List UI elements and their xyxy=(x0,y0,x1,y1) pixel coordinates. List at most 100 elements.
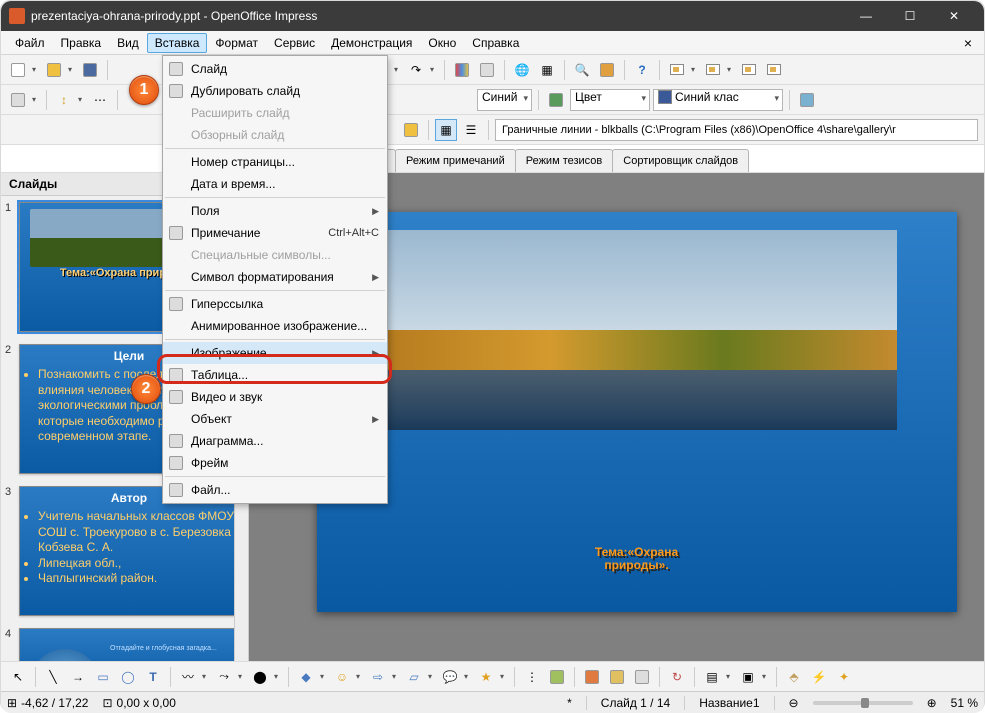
zoom-button[interactable]: 🔍 xyxy=(571,59,593,81)
select-tool[interactable]: ↖ xyxy=(7,666,29,688)
tab-handout[interactable]: Режим тезисов xyxy=(515,149,614,172)
insert-menu-item-11[interactable]: Анимированное изображение... xyxy=(163,315,387,337)
symbol-shapes-tool[interactable]: ☺ xyxy=(331,666,353,688)
menu-file[interactable]: Файл xyxy=(7,33,53,53)
menu-window[interactable]: Окно xyxy=(420,33,464,53)
insert-menu-item-18[interactable]: Файл... xyxy=(163,479,387,501)
menu-bar: Файл Правка Вид Вставка Формат Сервис Де… xyxy=(1,31,984,55)
menu-view[interactable]: Вид xyxy=(109,33,147,53)
block-arrows-tool[interactable]: ⇨ xyxy=(367,666,389,688)
slide-button-2[interactable] xyxy=(702,59,724,81)
insert-menu-item-4[interactable]: Номер страницы... xyxy=(163,151,387,173)
stars-tool[interactable]: ★ xyxy=(475,666,497,688)
gallery-path-label: Граничные линии - blkballs (C:\Program F… xyxy=(495,119,978,141)
slide-canvas[interactable]: Тема:«Охрана природы». xyxy=(317,212,957,612)
arrow-style-button[interactable]: ↕ xyxy=(53,89,75,111)
shadow-button[interactable] xyxy=(796,89,818,111)
curve-tool[interactable]: 〰 xyxy=(177,666,199,688)
menu-item-label: Номер страницы... xyxy=(191,155,379,169)
zoom-in-button[interactable]: ⊕ xyxy=(927,696,937,710)
insert-menu-item-0[interactable]: Слайд xyxy=(163,58,387,80)
glue-tool[interactable] xyxy=(546,666,568,688)
animation-tool[interactable]: ✦ xyxy=(833,666,855,688)
tab-notes[interactable]: Режим примечаний xyxy=(395,149,516,172)
minimize-button[interactable]: — xyxy=(844,1,888,31)
fill-button[interactable] xyxy=(545,89,567,111)
maximize-button[interactable]: ☐ xyxy=(888,1,932,31)
arrow-tool[interactable]: → xyxy=(67,666,89,688)
line-color-button[interactable] xyxy=(7,89,29,111)
insert-menu-item-12[interactable]: Изображение▶ xyxy=(163,342,387,364)
menu-format[interactable]: Формат xyxy=(207,33,266,53)
insert-menu-item-10[interactable]: Гиперссылка xyxy=(163,293,387,315)
blank-icon xyxy=(167,246,185,264)
slide-title-text[interactable]: Тема:«Охрана природы». xyxy=(317,546,957,572)
help-button[interactable]: ? xyxy=(631,59,653,81)
zoom-out-button[interactable]: ⊖ xyxy=(789,696,799,710)
shapes-3d-tool[interactable]: ⬤ xyxy=(249,666,271,688)
line-pattern-button[interactable]: ⋯ xyxy=(89,89,111,111)
gallery-new-button[interactable] xyxy=(400,119,422,141)
status-layout: Название1 xyxy=(699,696,759,710)
new-doc-button[interactable] xyxy=(7,59,29,81)
insert-menu-item-13[interactable]: Таблица... xyxy=(163,364,387,386)
fill-color-select[interactable]: Синий клас xyxy=(653,89,783,111)
open-button[interactable] xyxy=(43,59,65,81)
align-tool[interactable]: ▤ xyxy=(701,666,723,688)
slide-thumb-4[interactable]: 4 Отгадайте и глобусная загадка... xyxy=(7,628,228,661)
ellipse-tool[interactable]: ◯ xyxy=(117,666,139,688)
close-document-button[interactable]: × xyxy=(958,35,978,51)
insert-menu-item-14[interactable]: Видео и звук xyxy=(163,386,387,408)
rotate-tool[interactable]: ↻ xyxy=(666,666,688,688)
menu-tools[interactable]: Сервис xyxy=(266,33,323,53)
line-style-select[interactable]: Синий xyxy=(477,89,532,111)
slide-button-3[interactable] xyxy=(738,59,760,81)
insert-menu-item-16[interactable]: Диаграмма... xyxy=(163,430,387,452)
basic-shapes-tool[interactable]: ◆ xyxy=(295,666,317,688)
menu-separator xyxy=(165,476,385,477)
slide-thumb-3[interactable]: 3 АвторУчитель начальных классов ФМОУ СО… xyxy=(7,486,228,616)
insert-menu-item-15[interactable]: Объект▶ xyxy=(163,408,387,430)
redo-button[interactable]: ↷ xyxy=(405,59,427,81)
insert-menu-item-9[interactable]: Символ форматирования▶ xyxy=(163,266,387,288)
chart-button[interactable] xyxy=(451,59,473,81)
interaction-tool[interactable]: ⚡ xyxy=(808,666,830,688)
extrusion-tool[interactable]: ⬘ xyxy=(783,666,805,688)
line-tool[interactable]: ╲ xyxy=(42,666,64,688)
slide-button-1[interactable] xyxy=(666,59,688,81)
grid-button[interactable]: ▦ xyxy=(536,59,558,81)
text-tool[interactable]: T xyxy=(142,666,164,688)
menu-help[interactable]: Справка xyxy=(464,33,527,53)
fill-mode-select[interactable]: Цвет xyxy=(570,89,650,111)
menu-insert[interactable]: Вставка xyxy=(147,33,208,53)
insert-menu-item-17[interactable]: Фрейм xyxy=(163,452,387,474)
insert-menu-item-6[interactable]: Поля▶ xyxy=(163,200,387,222)
table-button[interactable] xyxy=(476,59,498,81)
flowchart-tool[interactable]: ▱ xyxy=(403,666,425,688)
menu-edit[interactable]: Правка xyxy=(53,33,110,53)
zoom-value[interactable]: 51 % xyxy=(951,696,978,710)
callouts-tool[interactable]: 💬 xyxy=(439,666,461,688)
connector-tool[interactable]: ⤳ xyxy=(213,666,235,688)
status-bar: ⊞-4,62 / 17,22 ⊡0,00 x 0,00 * Слайд 1 / … xyxy=(1,691,984,713)
gallery-view-list[interactable]: ☰ xyxy=(460,119,482,141)
hyperlink-button[interactable]: 🌐 xyxy=(511,59,533,81)
gallery-view-icons[interactable]: ▦ xyxy=(435,119,457,141)
insert-menu-item-1[interactable]: Дублировать слайд xyxy=(163,80,387,102)
points-tool[interactable]: ⋮ xyxy=(521,666,543,688)
rect-tool[interactable]: ▭ xyxy=(92,666,114,688)
nav-button[interactable] xyxy=(596,59,618,81)
menu-slideshow[interactable]: Демонстрация xyxy=(323,33,420,53)
from-file-tool[interactable] xyxy=(606,666,628,688)
slide-button-4[interactable] xyxy=(763,59,785,81)
insert-menu-item-7[interactable]: ПримечаниеCtrl+Alt+C xyxy=(163,222,387,244)
close-button[interactable]: ✕ xyxy=(932,1,976,31)
insert-menu-item-5[interactable]: Дата и время... xyxy=(163,173,387,195)
tab-sorter[interactable]: Сортировщик слайдов xyxy=(612,149,749,172)
blank-icon xyxy=(167,317,185,335)
save-button[interactable] xyxy=(79,59,101,81)
gallery-tool[interactable] xyxy=(631,666,653,688)
fontwork-tool[interactable] xyxy=(581,666,603,688)
arrange-tool[interactable]: ▣ xyxy=(737,666,759,688)
zoom-slider[interactable] xyxy=(813,701,913,705)
